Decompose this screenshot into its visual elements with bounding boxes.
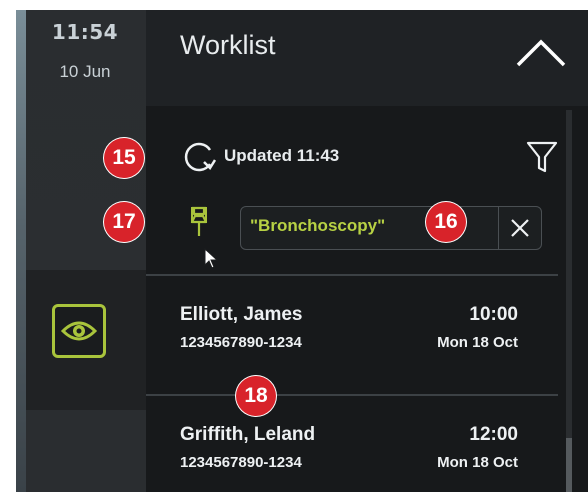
patient-name: Elliott, James bbox=[180, 304, 303, 325]
patient-name: Griffith, Leland bbox=[180, 424, 316, 445]
chevron-up-icon bbox=[516, 39, 566, 67]
clear-filter-button[interactable] bbox=[498, 206, 542, 250]
scrollbar-track[interactable] bbox=[566, 110, 572, 492]
divider bbox=[146, 394, 558, 396]
worklist-item[interactable]: Griffith, Leland 1234567890-1234 12:00 M… bbox=[146, 410, 558, 492]
live-view-button[interactable] bbox=[52, 304, 106, 358]
divider bbox=[146, 274, 558, 276]
patient-id: 1234567890-1234 bbox=[180, 454, 302, 471]
callout-18: 18 bbox=[236, 376, 276, 416]
scrollbar-thumb[interactable] bbox=[566, 438, 572, 492]
worklist-header: Worklist bbox=[146, 10, 588, 106]
callout-15: 15 bbox=[104, 138, 144, 178]
patient-id: 1234567890-1234 bbox=[180, 334, 302, 351]
worklist-item[interactable]: Elliott, James 1234567890-1234 10:00 Mon… bbox=[146, 290, 558, 390]
appointment-date: Mon 18 Oct bbox=[437, 454, 518, 471]
appointment-time: 10:00 bbox=[469, 304, 518, 325]
filter-icon[interactable] bbox=[526, 140, 558, 174]
clock-time: 11:54 bbox=[51, 20, 119, 44]
worklist-title: Worklist bbox=[180, 30, 276, 60]
search-filter-text: "Bronchoscopy" bbox=[250, 216, 386, 235]
appointment-time: 12:00 bbox=[469, 424, 518, 445]
clock-date: 10 Jun bbox=[59, 62, 111, 81]
updated-status: Updated 11:43 bbox=[224, 146, 340, 165]
cursor-arrow-icon bbox=[204, 248, 219, 269]
device-screen: 11:54 10 Jun Worklist Updated 11:43 "Bro… bbox=[16, 10, 588, 492]
rail-edge bbox=[16, 10, 26, 492]
appointment-date: Mon 18 Oct bbox=[437, 334, 518, 351]
close-icon bbox=[511, 219, 529, 237]
left-rail: 11:54 10 Jun bbox=[16, 10, 146, 492]
collapse-button[interactable] bbox=[510, 28, 572, 78]
refresh-icon[interactable] bbox=[180, 138, 216, 174]
callout-17: 17 bbox=[104, 202, 144, 242]
eye-icon bbox=[61, 321, 97, 341]
refresh-row: Updated 11:43 bbox=[180, 138, 558, 178]
callout-16: 16 bbox=[426, 202, 466, 242]
